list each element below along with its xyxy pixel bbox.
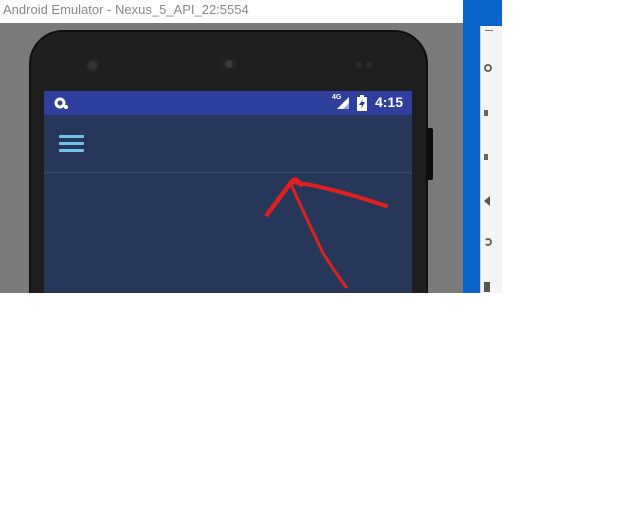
red-arrow-annotation <box>264 177 388 289</box>
screenshot-toolbar-icon[interactable] <box>484 282 490 292</box>
rotate-left-toolbar-icon[interactable] <box>484 196 490 206</box>
desktop-side-panel <box>463 0 502 293</box>
power-toolbar-icon[interactable] <box>484 64 492 72</box>
minimize-icon[interactable] <box>485 30 493 31</box>
volume-down-toolbar-icon[interactable] <box>484 154 488 160</box>
screenshot-region: Android Emulator - Nexus_5_API_22:5554 4… <box>0 0 502 293</box>
emulator-toolbar <box>480 26 502 293</box>
volume-up-toolbar-icon[interactable] <box>484 110 488 116</box>
rotate-right-toolbar-icon[interactable] <box>484 238 492 246</box>
